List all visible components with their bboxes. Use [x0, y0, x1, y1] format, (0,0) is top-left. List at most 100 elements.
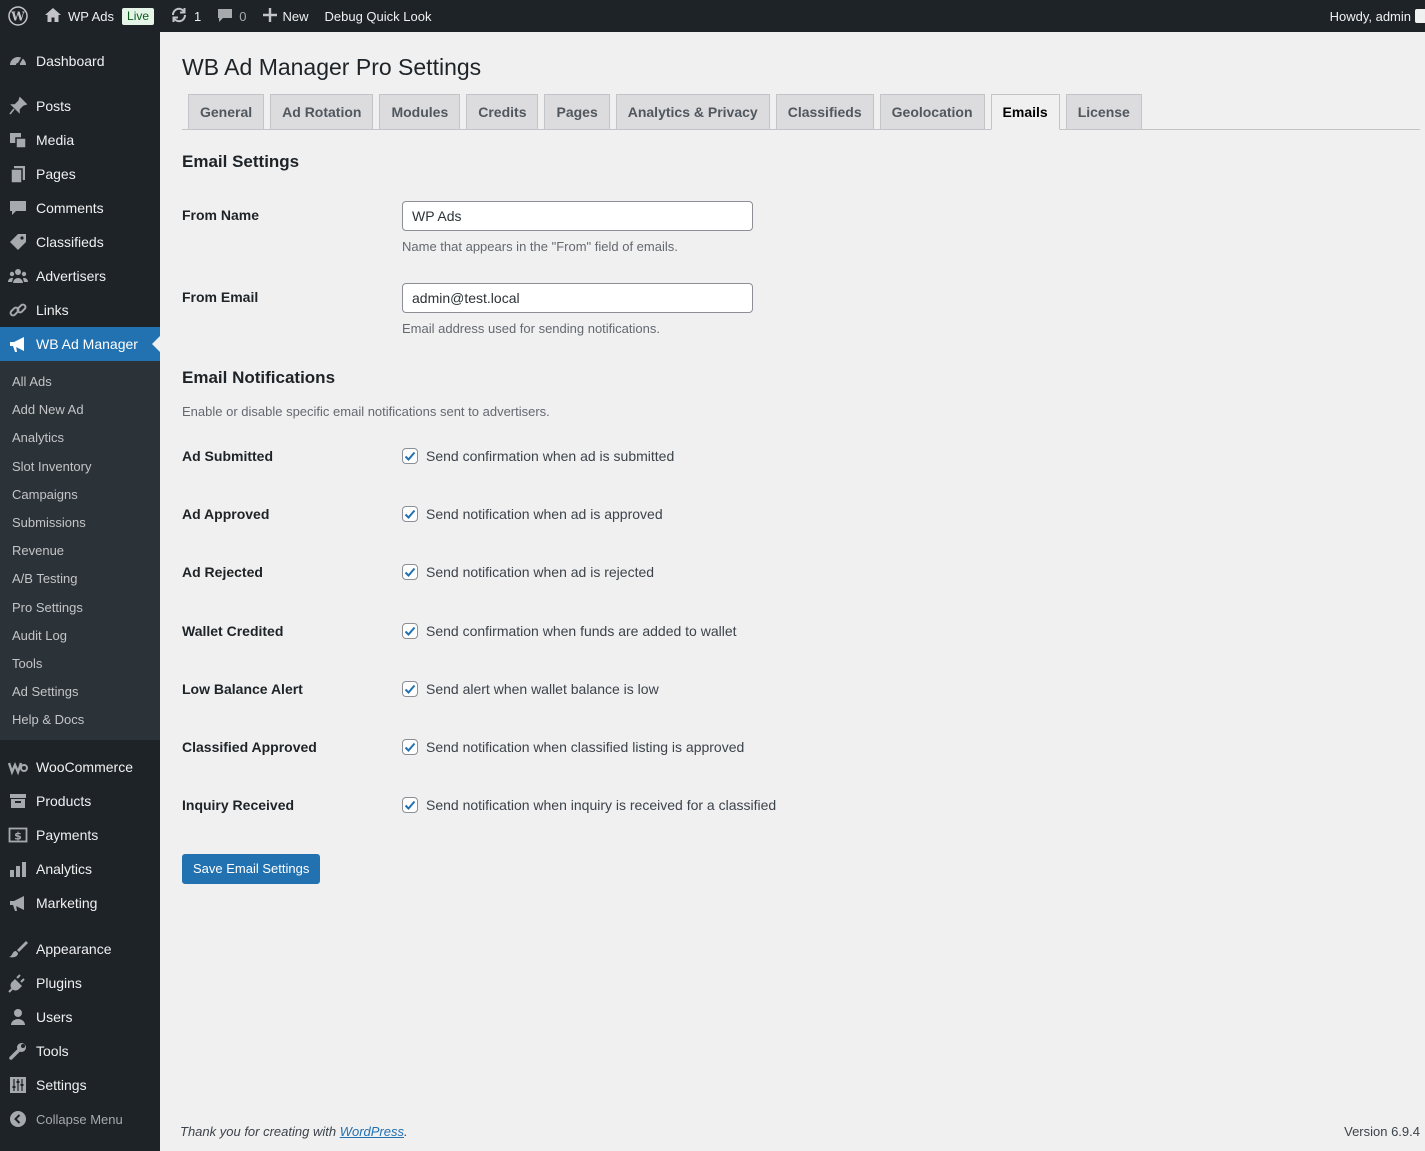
menu-label: Comments — [36, 200, 104, 216]
checkmark-icon — [404, 684, 416, 694]
ad-submitted-option[interactable]: Send confirmation when ad is submitted — [402, 447, 674, 464]
menu-label: WB Ad Manager — [36, 336, 138, 352]
site-name-link[interactable]: WP Ads Live — [36, 0, 162, 32]
menu-item-wb-ad-manager[interactable]: WB Ad Manager — [0, 327, 160, 361]
tab-credits[interactable]: Credits — [466, 93, 539, 129]
wallet-credited-option[interactable]: Send confirmation when funds are added t… — [402, 622, 737, 639]
svg-text:$: $ — [14, 830, 22, 843]
menu-item-settings[interactable]: Settings — [0, 1068, 160, 1102]
tab-pages[interactable]: Pages — [544, 93, 610, 129]
svg-text:W: W — [10, 10, 25, 24]
submenu-item-revenue[interactable]: Revenue — [0, 537, 160, 565]
ad-submitted-checkbox[interactable] — [402, 447, 418, 464]
thanks-suffix: . — [404, 1124, 408, 1139]
submenu-item-ad-settings[interactable]: Ad Settings — [0, 678, 160, 706]
new-content-link[interactable]: New — [255, 0, 317, 32]
submenu-item-submissions[interactable]: Submissions — [0, 509, 160, 537]
menu-item-dashboard[interactable]: Dashboard — [0, 44, 160, 78]
tab-emails[interactable]: Emails — [990, 93, 1060, 130]
submenu-item-tools[interactable]: Tools — [0, 650, 160, 678]
live-badge: Live — [122, 7, 155, 25]
from-email-input[interactable] — [402, 282, 753, 313]
submenu-item-campaigns[interactable]: Campaigns — [0, 481, 160, 509]
ad-approved-checkbox[interactable] — [402, 506, 418, 523]
ad-approved-option[interactable]: Send notification when ad is approved — [402, 506, 663, 523]
menu-item-pages[interactable]: Pages — [0, 157, 160, 191]
checkbox-text: Send notification when ad is rejected — [426, 564, 655, 581]
collapse-menu-button[interactable]: Collapse Menu — [0, 1102, 160, 1136]
menu-item-appearance[interactable]: Appearance — [0, 932, 160, 966]
home-icon — [44, 7, 62, 26]
menu-item-users[interactable]: Users — [0, 1000, 160, 1034]
menu-item-marketing[interactable]: Marketing — [0, 886, 160, 920]
submenu-item-add-new-ad[interactable]: Add New Ad — [0, 396, 160, 424]
dashboard-icon — [8, 51, 28, 71]
wordpress-link[interactable]: WordPress — [340, 1124, 404, 1139]
menu-item-links[interactable]: Links — [0, 293, 160, 327]
submenu-item-slot-inventory[interactable]: Slot Inventory — [0, 453, 160, 481]
from-name-input[interactable] — [402, 200, 753, 231]
debug-quick-look-link[interactable]: Debug Quick Look — [317, 0, 440, 32]
megaphone-icon — [8, 893, 28, 913]
collapse-arrow-icon — [8, 1109, 28, 1129]
plus-icon — [262, 7, 277, 25]
updates-link[interactable]: 1 — [162, 0, 209, 32]
notification-label: Ad Rejected — [182, 564, 263, 581]
ad-rejected-checkbox[interactable] — [402, 564, 418, 581]
ad-rejected-option[interactable]: Send notification when ad is rejected — [402, 564, 655, 581]
submenu-item-all-ads[interactable]: All Ads — [0, 368, 160, 396]
save-email-settings-button[interactable]: Save Email Settings — [182, 854, 321, 885]
thanks-prefix: Thank you for creating with — [180, 1124, 340, 1139]
menu-label: Media — [36, 132, 75, 148]
notification-row: Inquiry Received Send notification when … — [182, 776, 1425, 834]
tag-icon — [8, 232, 28, 252]
tab-modules[interactable]: Modules — [379, 93, 461, 129]
menu-item-woocommerce[interactable]: WooCommerce — [0, 750, 160, 784]
submenu-item-ab-testing[interactable]: A/B Testing — [0, 565, 160, 593]
low-balance-alert-option[interactable]: Send alert when wallet balance is low — [402, 680, 659, 697]
classified-approved-checkbox[interactable] — [402, 738, 418, 755]
menu-item-plugins[interactable]: Plugins — [0, 966, 160, 1000]
bar-chart-icon — [8, 859, 28, 879]
menu-item-tools[interactable]: Tools — [0, 1034, 160, 1068]
notification-label: Ad Approved — [182, 506, 270, 523]
menu-label: Appearance — [36, 941, 112, 958]
menu-item-comments[interactable]: Comments — [0, 191, 160, 225]
submenu-item-audit-log[interactable]: Audit Log — [0, 622, 160, 650]
checkmark-icon — [404, 451, 416, 461]
my-account-link[interactable]: Howdy, admin — [1322, 0, 1425, 32]
tab-classifieds[interactable]: Classifieds — [775, 93, 874, 129]
comments-link[interactable]: 0 — [209, 0, 254, 32]
tab-geolocation[interactable]: Geolocation — [879, 93, 985, 129]
notification-row: Low Balance Alert Send alert when wallet… — [182, 660, 1425, 718]
avatar — [1415, 9, 1425, 23]
menu-item-advertisers[interactable]: Advertisers — [0, 259, 160, 293]
tab-general[interactable]: General — [188, 93, 265, 129]
menu-item-products[interactable]: Products — [0, 784, 160, 818]
menu-item-media[interactable]: Media — [0, 123, 160, 157]
notification-row: Classified Approved Send notification wh… — [182, 718, 1425, 776]
inquiry-received-option[interactable]: Send notification when inquiry is receiv… — [402, 797, 776, 814]
tab-ad-rotation[interactable]: Ad Rotation — [270, 93, 374, 129]
tab-analytics-privacy[interactable]: Analytics & Privacy — [615, 93, 770, 129]
menu-item-payments[interactable]: $ Payments — [0, 818, 160, 852]
menu-item-analytics[interactable]: Analytics — [0, 852, 160, 886]
low-balance-alert-checkbox[interactable] — [402, 680, 418, 697]
debug-label: Debug Quick Look — [324, 8, 432, 24]
notification-row: Wallet Credited Send confirmation when f… — [182, 601, 1425, 659]
submenu-item-pro-settings[interactable]: Pro Settings — [0, 594, 160, 622]
wrench-icon — [8, 1041, 28, 1061]
checkmark-icon — [404, 626, 416, 636]
classified-approved-option[interactable]: Send notification when classified listin… — [402, 738, 744, 755]
notification-label: Ad Submitted — [182, 447, 273, 464]
menu-item-posts[interactable]: Posts — [0, 89, 160, 123]
wallet-credited-checkbox[interactable] — [402, 622, 418, 639]
submenu-item-analytics[interactable]: Analytics — [0, 424, 160, 452]
user-icon — [8, 1007, 28, 1027]
menu-item-classifieds[interactable]: Classifieds — [0, 225, 160, 259]
inquiry-received-checkbox[interactable] — [402, 797, 418, 814]
wordpress-logo-icon[interactable]: W — [0, 0, 36, 32]
tab-license[interactable]: License — [1065, 93, 1142, 129]
notification-row: Ad Approved Send notification when ad is… — [182, 485, 1425, 543]
submenu-item-help-docs[interactable]: Help & Docs — [0, 706, 160, 734]
